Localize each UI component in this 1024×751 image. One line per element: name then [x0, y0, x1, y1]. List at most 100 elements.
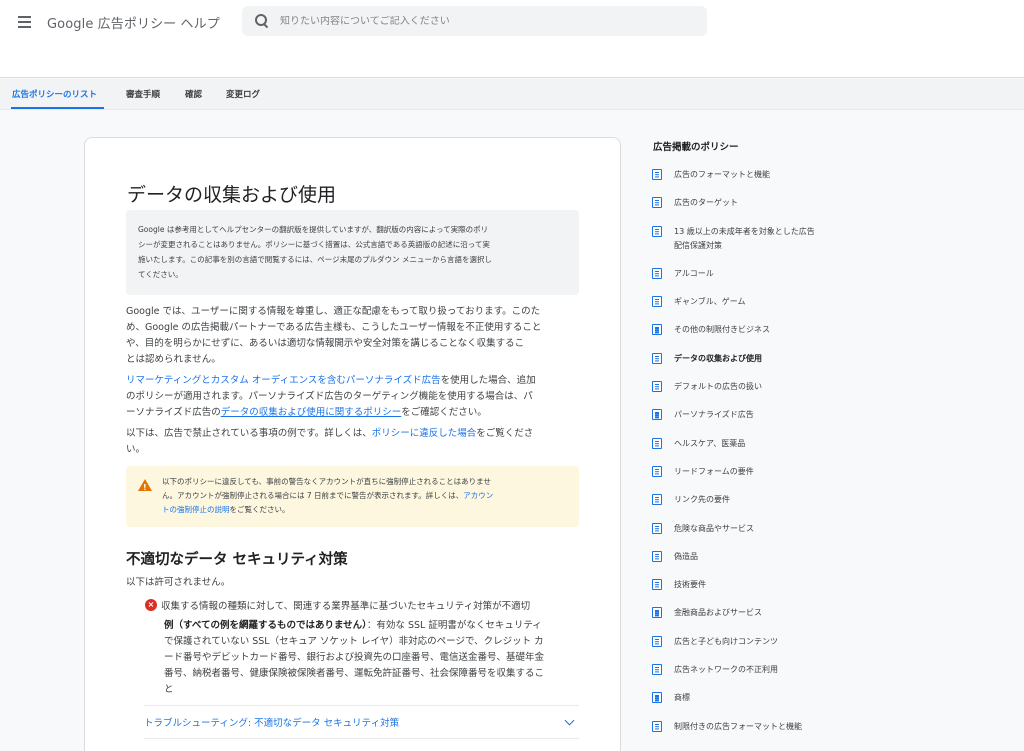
para-text: をご覧くださ — [476, 428, 534, 439]
example-text: 例（すべての例を網羅するものではありません）：有効な SSL 証明書がなくセキュ… — [164, 618, 579, 698]
suspension-link[interactable]: トの強制停止の説明 — [162, 505, 230, 514]
app-title[interactable]: Google 広告ポリシー ヘルプ — [47, 13, 220, 32]
intro-paragraph: Google では、ユーザーに関する情報を尊重し、適正な配慮をもって取り扱ってお… — [126, 304, 579, 368]
document-icon — [652, 267, 662, 279]
sidebar-item-label[interactable]: 商標 — [674, 691, 690, 705]
para-line: Google では、ユーザーに関する情報を尊重し、適正な配慮をもって取り扱ってお… — [126, 306, 541, 317]
tab-changelog[interactable]: 変更ログ — [226, 88, 260, 100]
search-bar[interactable] — [242, 6, 707, 36]
sidebar-item-label[interactable]: 広告と子ども向けコンテンツ — [674, 635, 778, 649]
document-icon — [652, 607, 662, 619]
document-icon — [652, 550, 662, 562]
example-line: ード番号やデビットカード番号、銀行および投資先の口座番号、電信送金番号、基礎年金 — [164, 652, 545, 663]
sidebar-item[interactable]: リードフォームの要件 — [652, 465, 842, 479]
sidebar-item-current[interactable]: データの収集および使用 — [652, 352, 842, 366]
document-icon — [652, 494, 662, 506]
sidebar-item-label[interactable]: 金融商品およびサービス — [674, 606, 762, 620]
sidebar-item[interactable]: 広告のフォーマットと機能 — [652, 168, 842, 182]
sidebar-item-label[interactable]: パーソナライズド広告 — [674, 408, 754, 422]
sidebar-item-label[interactable]: 制限付きの広告フォーマットと機能 — [674, 720, 802, 734]
search-input[interactable] — [280, 15, 680, 27]
document-icon — [652, 579, 662, 591]
sidebar-item[interactable]: ギャンブル、ゲーム — [652, 295, 842, 309]
document-icon — [652, 692, 662, 704]
sidebar-item[interactable]: パーソナライズド広告 — [652, 408, 842, 422]
sidebar-item-label[interactable]: その他の制限付きビジネス — [674, 323, 770, 337]
sidebar-item-label[interactable]: リンク先の要件 — [674, 493, 730, 507]
notice-line: 施いたします。この記事を別の言語で閲覧するには、ページ末尾のプルダウン メニュー… — [138, 255, 492, 264]
tab-policy-list[interactable]: 広告ポリシーのリスト — [12, 88, 97, 100]
document-icon — [652, 437, 662, 449]
example-line: ：有効な SSL 証明書がなくセキュリティ — [366, 620, 542, 631]
policy-violation-link[interactable]: ポリシーに違反した場合 — [372, 428, 477, 439]
sidebar-item-label[interactable]: ヘルスケア、医薬品 — [674, 437, 745, 451]
sidebar-item-label[interactable]: 広告のフォーマットと機能 — [674, 168, 770, 182]
prohibited-item: × 収集する情報の種類に対して、関連する業界基準に基づいたセキュリティ対策が不適… — [145, 598, 530, 612]
search-icon[interactable] — [254, 13, 270, 29]
document-icon — [652, 720, 662, 732]
tab-bar: 広告ポリシーのリスト 審査手順 確認 変更ログ — [0, 79, 1024, 110]
document-icon — [652, 169, 662, 180]
sidebar-title: 広告掲載のポリシー — [653, 142, 739, 153]
prohibited-item-text: 収集する情報の種類に対して、関連する業界基準に基づいたセキュリティ対策が不適切 — [161, 601, 531, 612]
hamburger-menu-icon[interactable] — [14, 12, 36, 32]
sidebar-item[interactable]: ヘルスケア、医薬品 — [652, 437, 842, 451]
chevron-down-icon[interactable] — [564, 715, 575, 725]
document-icon — [652, 409, 662, 421]
sidebar-item[interactable]: 広告のターゲット — [652, 196, 842, 210]
examples-paragraph: 以下は、広告で禁止されている事項の例です。詳しくは、ポリシーに違反した場合をご覧… — [126, 426, 579, 458]
suspension-link[interactable]: アカウン — [463, 491, 493, 500]
document-icon — [652, 352, 662, 364]
para-line: とは認められません。 — [126, 354, 221, 365]
sidebar-policy-list: 広告のフォーマットと機能 広告のターゲット 13 歳以上の未成年者を対象とした広… — [652, 168, 842, 748]
sidebar-item-label[interactable]: 広告のターゲット — [674, 196, 738, 210]
tab-review-process[interactable]: 審査手順 — [126, 88, 160, 100]
sidebar-item-label[interactable]: リードフォームの要件 — [674, 465, 754, 479]
top-header: Google 広告ポリシー ヘルプ — [0, 0, 1024, 78]
sidebar-item-label[interactable]: 技術要件 — [674, 578, 706, 592]
sidebar-item[interactable]: 金融商品およびサービス — [652, 606, 842, 620]
sidebar-item-label[interactable]: デフォルトの広告の扱い — [674, 380, 762, 394]
sidebar-item-label[interactable]: ギャンブル、ゲーム — [674, 295, 746, 309]
para-text: を使用した場合、追加 — [440, 375, 536, 386]
para-line: い。 — [126, 444, 146, 455]
sidebar-item-label[interactable]: 危険な商品やサービス — [674, 522, 754, 536]
document-icon — [652, 381, 662, 393]
sidebar-item-label[interactable]: データの収集および使用 — [674, 352, 762, 366]
section-title: 不適切なデータ セキュリティ対策 — [126, 552, 348, 568]
sidebar-item-label-line[interactable]: 13 歳以上の未成年者を対象とした広告 — [674, 227, 815, 236]
document-icon — [652, 522, 662, 534]
sidebar-item[interactable]: その他の制限付きビジネス — [652, 323, 842, 337]
sidebar-item-label-line[interactable]: 配信保護対策 — [674, 241, 722, 250]
tab-confirm[interactable]: 確認 — [185, 88, 202, 100]
page-title: データの収集および使用 — [127, 184, 337, 206]
data-collection-policy-link[interactable]: データの収集および使用に関するポリシー — [221, 407, 402, 418]
sidebar-item[interactable]: リンク先の要件 — [652, 493, 842, 507]
warning-line: 以下のポリシーに違反しても、事前の警告なくアカウントが直ちに強制停止されることは… — [162, 477, 491, 486]
sidebar-item[interactable]: 偽造品 — [652, 550, 842, 564]
sidebar-item[interactable]: 商標 — [652, 691, 842, 705]
sidebar-item[interactable]: デフォルトの広告の扱い — [652, 380, 842, 394]
sidebar-item[interactable]: 制限付きの広告フォーマットと機能 — [652, 720, 842, 734]
sidebar-item-label[interactable]: 13 歳以上の未成年者を対象とした広告 配信保護対策 — [674, 225, 815, 253]
example-line: で保護されていない SSL（セキュア ソケット レイヤ）非対応のページで、クレジ… — [164, 636, 544, 647]
sidebar-item-label[interactable]: 偽造品 — [674, 550, 698, 564]
sidebar-item[interactable]: 危険な商品やサービス — [652, 522, 842, 536]
para-text: ーソナライズド広告の — [126, 407, 221, 418]
sidebar-item[interactable]: アルコール — [652, 267, 842, 281]
personalized-ads-link[interactable]: リマーケティングとカスタム オーディエンスを含むパーソナライズド広告 — [126, 375, 441, 386]
sidebar-item[interactable]: 技術要件 — [652, 578, 842, 592]
troubleshooting-label[interactable]: トラブルシューティング: 不適切なデータ セキュリティ対策 — [144, 715, 399, 729]
document-icon — [652, 324, 662, 336]
document-icon — [652, 635, 662, 647]
sidebar-item[interactable]: 広告と子ども向けコンテンツ — [652, 635, 842, 649]
sidebar-item[interactable]: 広告ネットワークの不正利用 — [652, 663, 842, 677]
document-icon — [652, 296, 662, 308]
troubleshooting-accordion[interactable]: トラブルシューティング: 不適切なデータ セキュリティ対策 — [144, 705, 579, 739]
sidebar-item-label[interactable]: 広告ネットワークの不正利用 — [674, 663, 778, 677]
example-heading: 例（すべての例を網羅するものではありません） — [164, 620, 367, 631]
para-line: や、目的を明らかにせずに、あるいは適切な情報開示や安全対策を講じることなく収集す… — [126, 338, 525, 349]
sidebar-item-label[interactable]: アルコール — [674, 267, 714, 281]
sidebar-item[interactable]: 13 歳以上の未成年者を対象とした広告 配信保護対策 — [652, 225, 842, 253]
notice-line: Google は参考用としてヘルプセンターの翻訳版を提供していますが、翻訳版の内… — [138, 225, 489, 234]
